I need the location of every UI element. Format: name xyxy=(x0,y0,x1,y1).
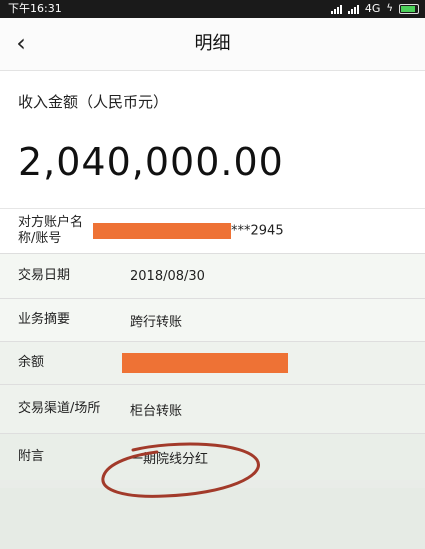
channel-label: 交易渠道/场所 xyxy=(18,401,101,416)
date-row: 交易日期 2018/08/30 xyxy=(0,254,425,299)
signal-icon xyxy=(330,4,342,14)
account-label: 对方账户名称/账号 xyxy=(18,215,84,246)
network-label: 4G xyxy=(364,2,381,15)
account-value: ***2945 xyxy=(93,223,284,239)
summary-label: 业务摘要 xyxy=(18,312,71,327)
date-value: 2018/08/30 xyxy=(130,268,205,284)
status-indicators: 4G ϟ xyxy=(330,0,419,18)
summary-value: 跨行转账 xyxy=(130,314,183,330)
status-bar: 下午16:31 4G ϟ xyxy=(0,0,425,18)
amount-label: 收入金额（人民币元） xyxy=(18,93,169,111)
nav-bar: ‹ 明细 xyxy=(0,18,425,71)
channel-row: 交易渠道/场所 柜台转账 xyxy=(0,385,425,434)
account-suffix: ***2945 xyxy=(231,223,284,239)
circle-annotation-icon xyxy=(101,442,260,498)
redaction-bar xyxy=(122,353,288,373)
status-time: 下午16:31 xyxy=(8,2,62,15)
balance-row: 余额 xyxy=(0,342,425,385)
redaction-bar xyxy=(93,223,231,239)
balance-label: 余额 xyxy=(18,355,45,370)
signal-icon-2 xyxy=(347,4,359,14)
charging-icon: ϟ xyxy=(386,3,393,14)
date-label: 交易日期 xyxy=(18,268,71,283)
battery-icon xyxy=(399,4,419,14)
balance-value xyxy=(122,353,288,373)
page-title: 明细 xyxy=(194,33,231,54)
channel-value: 柜台转账 xyxy=(130,403,183,419)
account-row: 对方账户名称/账号 ***2945 xyxy=(0,209,425,254)
summary-row: 业务摘要 跨行转账 xyxy=(0,299,425,342)
amount-section: 收入金额（人民币元） 2,040,000.00 xyxy=(0,71,425,209)
amount-value: 2,040,000.00 xyxy=(18,140,284,184)
